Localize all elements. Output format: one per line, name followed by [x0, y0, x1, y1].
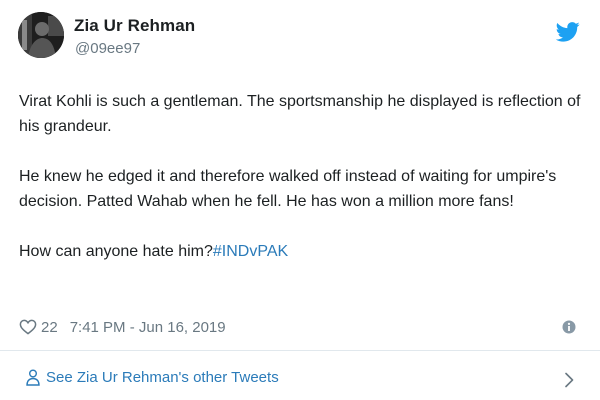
tweet-meta: 22 7:41 PM - Jun 16, 2019 [19, 316, 226, 338]
tweet-paragraph: He knew he edged it and therefore walked… [19, 168, 557, 210]
twitter-bird-icon[interactable] [556, 22, 580, 42]
tweet-question: How can anyone hate him? [19, 243, 213, 260]
hashtag-link[interactable]: #INDvPAK [213, 243, 288, 260]
avatar[interactable] [18, 12, 64, 58]
chevron-right-icon [565, 372, 574, 388]
person-icon [26, 369, 40, 386]
tweet-last-line: How can anyone hate him?#INDvPAK [19, 239, 584, 264]
tweet-text: Virat Kohli is such a gentleman. The spo… [19, 89, 584, 264]
see-other-tweets-link[interactable]: See Zia Ur Rehman's other Tweets [0, 351, 600, 400]
tweet-card: Zia Ur Rehman @09ee97 Virat Kohli is suc… [0, 0, 600, 400]
author-display-name[interactable]: Zia Ur Rehman [74, 16, 195, 36]
other-tweets-label: See Zia Ur Rehman's other Tweets [46, 369, 279, 386]
like-count[interactable]: 22 [41, 319, 58, 336]
heart-icon[interactable] [19, 319, 37, 335]
author-handle[interactable]: @09ee97 [75, 40, 140, 57]
tweet-paragraph: Virat Kohli is such a gentleman. The spo… [19, 93, 581, 135]
info-icon[interactable] [562, 320, 576, 334]
tweet-timestamp[interactable]: 7:41 PM - Jun 16, 2019 [70, 319, 226, 336]
